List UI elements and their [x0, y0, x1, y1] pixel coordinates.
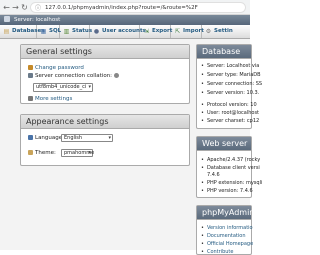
browser-address-bar: ← → ↻ ⓘ 127.0.0.1/phpmyadmin/index.php?r…	[0, 0, 250, 15]
tab-export[interactable]: ⇲ Export	[140, 25, 172, 38]
theme-label: Theme:	[35, 150, 56, 156]
web-server-item: PHP version: 7.4.6	[201, 188, 253, 194]
url-field[interactable]: ⓘ 127.0.0.1/phpmyadmin/index.php?route=/…	[30, 2, 246, 13]
change-password-link[interactable]: Change password	[35, 65, 84, 71]
reload-icon[interactable]: ↻	[20, 3, 29, 12]
web-server-panel: Web server Apache/2.4.37 (rocky Database…	[196, 136, 262, 198]
language-select[interactable]: English	[61, 134, 113, 142]
web-server-item: 7.4.6	[207, 172, 220, 178]
tab-user-accounts[interactable]: ● User accounts	[90, 25, 146, 38]
pma-item: Documentation	[201, 233, 246, 239]
tab-databases[interactable]: ▤ Databases	[0, 25, 45, 38]
language-row: Language	[28, 135, 62, 141]
db-server-item: Server version: 10.3.	[201, 90, 259, 96]
language-icon	[28, 135, 33, 140]
theme-icon	[28, 150, 33, 155]
pma-item: Version informatio	[201, 225, 253, 231]
back-icon[interactable]: ←	[2, 3, 11, 12]
breadcrumb-server[interactable]: Server: localhost	[14, 16, 60, 24]
status-icon: ▥	[63, 28, 70, 35]
export-icon: ⇲	[143, 28, 150, 35]
collation-row: Server connection collation:	[28, 73, 121, 79]
key-icon	[28, 65, 33, 70]
url-text: 127.0.0.1/phpmyadmin/index.php?route=/&r…	[45, 5, 198, 11]
users-icon: ●	[93, 28, 100, 35]
tab-import[interactable]: ⇱ Import	[171, 25, 204, 38]
import-icon: ⇱	[174, 28, 181, 35]
help-icon[interactable]	[114, 73, 120, 78]
tab-sql[interactable]: ▦ SQL	[37, 25, 61, 38]
server-icon	[4, 16, 10, 22]
phpmyadmin-panel: phpMyAdmin Version informatio Documentat…	[196, 205, 254, 255]
general-settings-title: General settings	[21, 45, 189, 59]
db-server-item: Protocol version: 10	[201, 102, 257, 108]
collation-select[interactable]: utf8mb4_unicode_ci	[33, 83, 93, 92]
db-server-item: Server type: MariaDB	[201, 72, 261, 78]
database-server-panel: Database serv Server: Localhost via Serv…	[196, 44, 262, 129]
more-settings-row[interactable]: More settings	[28, 96, 72, 102]
general-settings-panel: General settings Change password Server …	[20, 44, 190, 104]
tab-settings[interactable]: ⚙ Settin	[202, 25, 250, 38]
appearance-settings-panel: Appearance settings Language English The…	[20, 114, 190, 166]
tab-bar: ▤ Databases ▦ SQL ▥ Status ● User accoun…	[0, 25, 250, 39]
db-server-item: Server charset: cp12	[201, 118, 259, 124]
language-label: Language	[35, 135, 63, 141]
db-server-item: User: root@localhost	[201, 110, 259, 116]
documentation-link[interactable]: Documentation	[207, 233, 246, 239]
web-server-item: Database client versi	[201, 165, 260, 171]
pma-item: Official Homepage	[201, 241, 253, 247]
change-password-row[interactable]: Change password	[28, 65, 84, 71]
breadcrumb: Server: localhost	[0, 15, 250, 25]
collation-icon	[28, 73, 33, 78]
web-server-item: PHP extension: mysqli	[201, 180, 262, 186]
web-server-title: Web server	[197, 137, 251, 151]
official-homepage-link[interactable]: Official Homepage	[207, 241, 253, 247]
more-settings-link[interactable]: More settings	[35, 96, 72, 102]
collation-label: Server connection collation:	[35, 73, 113, 79]
forward-icon[interactable]: →	[11, 3, 20, 12]
web-server-item: Apache/2.4.37 (rocky	[201, 157, 260, 163]
theme-row: Theme:	[28, 150, 56, 156]
wrench-icon	[28, 96, 33, 101]
phpmyadmin-title: phpMyAdmin	[197, 206, 254, 220]
appearance-settings-title: Appearance settings	[21, 115, 189, 129]
sql-icon: ▦	[40, 28, 47, 35]
version-information-link[interactable]: Version informatio	[207, 225, 253, 231]
info-icon[interactable]: ⓘ	[35, 4, 41, 13]
tab-status[interactable]: ▥ Status	[60, 25, 92, 38]
database-icon: ▤	[3, 28, 10, 35]
settings-icon: ⚙	[205, 28, 212, 35]
theme-select[interactable]: pmahomme	[61, 149, 94, 157]
main-content: General settings Change password Server …	[0, 39, 262, 255]
db-server-item: Server: Localhost via	[201, 63, 259, 69]
database-server-title: Database serv	[197, 45, 251, 70]
db-server-item: Server connection: SS	[201, 81, 262, 87]
